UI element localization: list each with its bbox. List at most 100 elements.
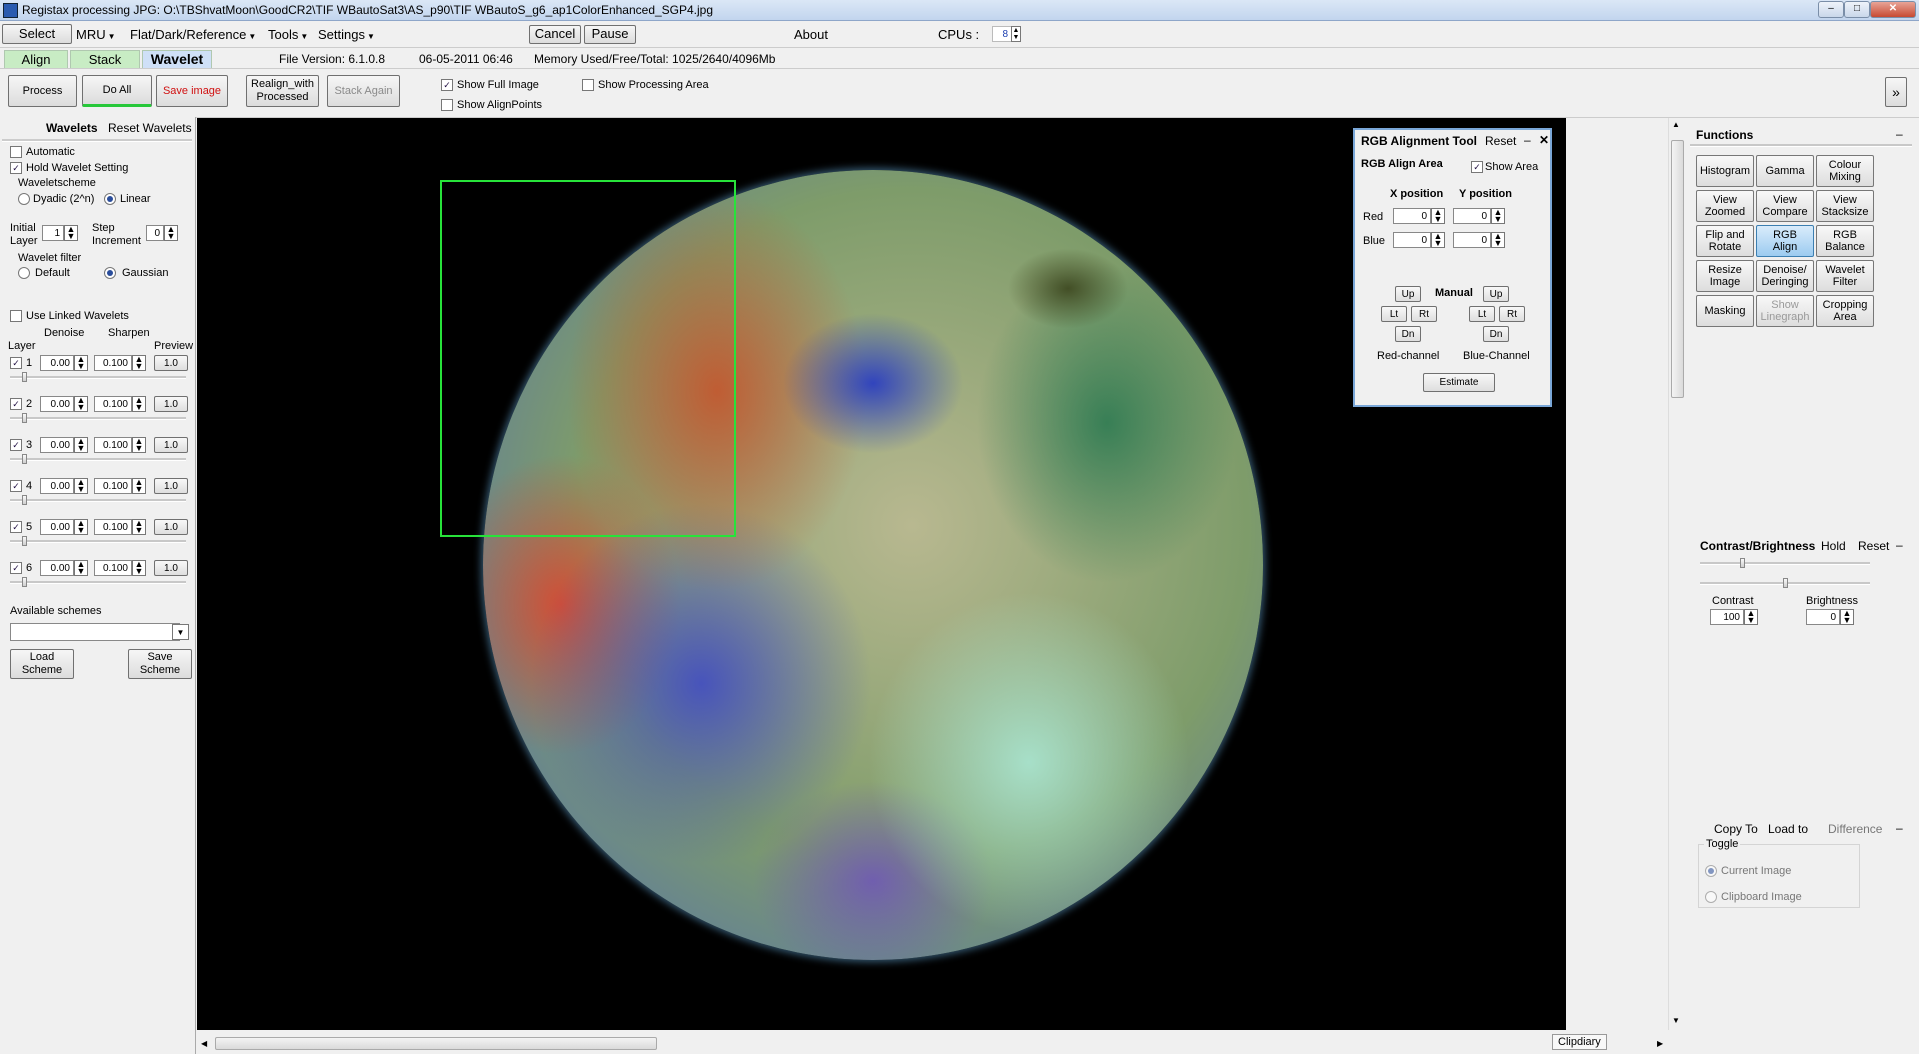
show-processing-area-checkbox[interactable] [582, 79, 594, 91]
layer-enable-checkbox[interactable]: ✓ [10, 357, 22, 369]
cpus-field[interactable]: 8 [992, 26, 1012, 42]
red-right-button[interactable]: Rt [1411, 306, 1437, 322]
sharpen-spinner-icon[interactable]: ▲ ▼ [132, 437, 146, 453]
current-image-radio[interactable] [1705, 865, 1717, 877]
contrast-minimize-icon[interactable]: – [1896, 538, 1903, 552]
horizontal-scrollbar[interactable]: ◀ ▶ [197, 1035, 1667, 1052]
reset-wavelets-button[interactable]: Reset Wavelets [108, 121, 192, 135]
contrast-slider-thumb[interactable] [1740, 558, 1745, 568]
contrast-slider-track[interactable] [1700, 562, 1870, 565]
copy-to-button[interactable]: Copy To [1714, 822, 1758, 836]
show-full-image-checkbox[interactable]: ✓ [441, 79, 453, 91]
sharpen-spinner-icon[interactable]: ▲ ▼ [132, 519, 146, 535]
contrast-spinner-icon[interactable]: ▲ ▼ [1744, 609, 1758, 625]
dyadic-radio[interactable] [18, 193, 30, 205]
menu-tools[interactable]: Tools ▼ [268, 27, 308, 42]
layer-slider-track[interactable] [10, 458, 186, 461]
sharpen-field[interactable]: 0.100 [94, 396, 132, 412]
select-button[interactable]: Select [2, 24, 72, 44]
layer-slider-track[interactable] [10, 540, 186, 543]
sharpen-spinner-icon[interactable]: ▲ ▼ [132, 478, 146, 494]
tab-align[interactable]: Align [4, 50, 68, 68]
expand-panel-button[interactable]: » [1885, 77, 1907, 107]
layer-enable-checkbox[interactable]: ✓ [10, 439, 22, 451]
layer-enable-checkbox[interactable]: ✓ [10, 521, 22, 533]
red-y-field[interactable]: 0 [1453, 208, 1491, 224]
clipboard-image-radio[interactable] [1705, 891, 1717, 903]
view-compare-button[interactable]: View Compare [1756, 190, 1814, 222]
red-up-button[interactable]: Up [1395, 286, 1421, 302]
sharpen-field[interactable]: 0.100 [94, 560, 132, 576]
blue-left-button[interactable]: Lt [1469, 306, 1495, 322]
schemes-dropdown-arrow-icon[interactable]: ▼ [172, 624, 189, 640]
preview-button[interactable]: 1.0 [154, 437, 188, 453]
sharpen-field[interactable]: 0.100 [94, 478, 132, 494]
stack-again-button[interactable]: Stack Again [327, 75, 400, 107]
cancel-button[interactable]: Cancel [529, 25, 581, 44]
use-linked-wavelets-checkbox[interactable] [10, 310, 22, 322]
layer-slider-thumb[interactable] [22, 413, 27, 423]
load-to-button[interactable]: Load to [1768, 822, 1808, 836]
layer-slider-track[interactable] [10, 417, 186, 420]
copy-minimize-icon[interactable]: – [1896, 821, 1903, 835]
vertical-scrollbar[interactable]: ▲ ▼ [1668, 118, 1685, 1030]
estimate-button[interactable]: Estimate [1423, 373, 1495, 392]
wavelet-filter-button[interactable]: Wavelet Filter [1816, 260, 1874, 292]
layer-slider-thumb[interactable] [22, 454, 27, 464]
menu-about[interactable]: About [794, 27, 828, 42]
pause-button[interactable]: Pause [584, 25, 636, 44]
sharpen-field[interactable]: 0.100 [94, 437, 132, 453]
rgb-align-button[interactable]: RGB Align [1756, 225, 1814, 257]
scroll-down-icon[interactable]: ▼ [1672, 1016, 1680, 1025]
preview-button[interactable]: 1.0 [154, 560, 188, 576]
difference-button[interactable]: Difference [1828, 822, 1882, 836]
maximize-button[interactable]: □ [1844, 1, 1870, 18]
hold-wavelet-checkbox[interactable]: ✓ [10, 162, 22, 174]
contrast-reset-button[interactable]: Reset [1858, 539, 1889, 553]
layer-slider-track[interactable] [10, 581, 186, 584]
red-left-button[interactable]: Lt [1381, 306, 1407, 322]
linear-radio[interactable] [104, 193, 116, 205]
masking-button[interactable]: Masking [1696, 295, 1754, 327]
save-scheme-button[interactable]: Save Scheme [128, 649, 192, 679]
initial-layer-spinner-icon[interactable]: ▲ ▼ [64, 225, 78, 241]
preview-button[interactable]: 1.0 [154, 478, 188, 494]
layer-slider-track[interactable] [10, 499, 186, 502]
denoise-deringing-button[interactable]: Denoise/Deringing [1756, 260, 1814, 292]
preview-button[interactable]: 1.0 [154, 355, 188, 371]
menu-flat-dark-reference[interactable]: Flat/Dark/Reference ▼ [130, 27, 256, 42]
sharpen-field[interactable]: 0.100 [94, 355, 132, 371]
functions-minimize-icon[interactable]: – [1896, 127, 1903, 141]
layer-enable-checkbox[interactable]: ✓ [10, 398, 22, 410]
realign-with-processed-button[interactable]: Realign_with Processed [246, 75, 319, 107]
red-x-field[interactable]: 0 [1393, 208, 1431, 224]
layer-slider-thumb[interactable] [22, 536, 27, 546]
gamma-button[interactable]: Gamma [1756, 155, 1814, 187]
blue-right-button[interactable]: Rt [1499, 306, 1525, 322]
close-window-button[interactable]: ✕ [1870, 1, 1916, 18]
histogram-button[interactable]: Histogram [1696, 155, 1754, 187]
denoise-field[interactable]: 0.00 [40, 396, 74, 412]
denoise-field[interactable]: 0.00 [40, 519, 74, 535]
red-x-spinner-icon[interactable]: ▲ ▼ [1431, 208, 1445, 224]
blue-down-button[interactable]: Dn [1483, 326, 1509, 342]
layer-slider-thumb[interactable] [22, 495, 27, 505]
red-y-spinner-icon[interactable]: ▲ ▼ [1491, 208, 1505, 224]
colour-mixing-button[interactable]: Colour Mixing [1816, 155, 1874, 187]
minimize-button[interactable]: – [1818, 1, 1844, 18]
layer-slider-thumb[interactable] [22, 577, 27, 587]
layer-slider-track[interactable] [10, 376, 186, 379]
denoise-spinner-icon[interactable]: ▲ ▼ [74, 355, 88, 371]
denoise-spinner-icon[interactable]: ▲ ▼ [74, 396, 88, 412]
load-scheme-button[interactable]: Load Scheme [10, 649, 74, 679]
contrast-hold-button[interactable]: Hold [1821, 539, 1846, 553]
blue-x-spinner-icon[interactable]: ▲ ▼ [1431, 232, 1445, 248]
step-increment-spinner-icon[interactable]: ▲ ▼ [164, 225, 178, 241]
blue-y-field[interactable]: 0 [1453, 232, 1491, 248]
blue-up-button[interactable]: Up [1483, 286, 1509, 302]
contrast-field[interactable]: 100 [1710, 609, 1744, 625]
sharpen-spinner-icon[interactable]: ▲ ▼ [132, 560, 146, 576]
rgb-tool-close-icon[interactable]: ✕ [1539, 133, 1549, 147]
sharpen-field[interactable]: 0.100 [94, 519, 132, 535]
menu-mru[interactable]: MRU ▼ [76, 27, 116, 42]
